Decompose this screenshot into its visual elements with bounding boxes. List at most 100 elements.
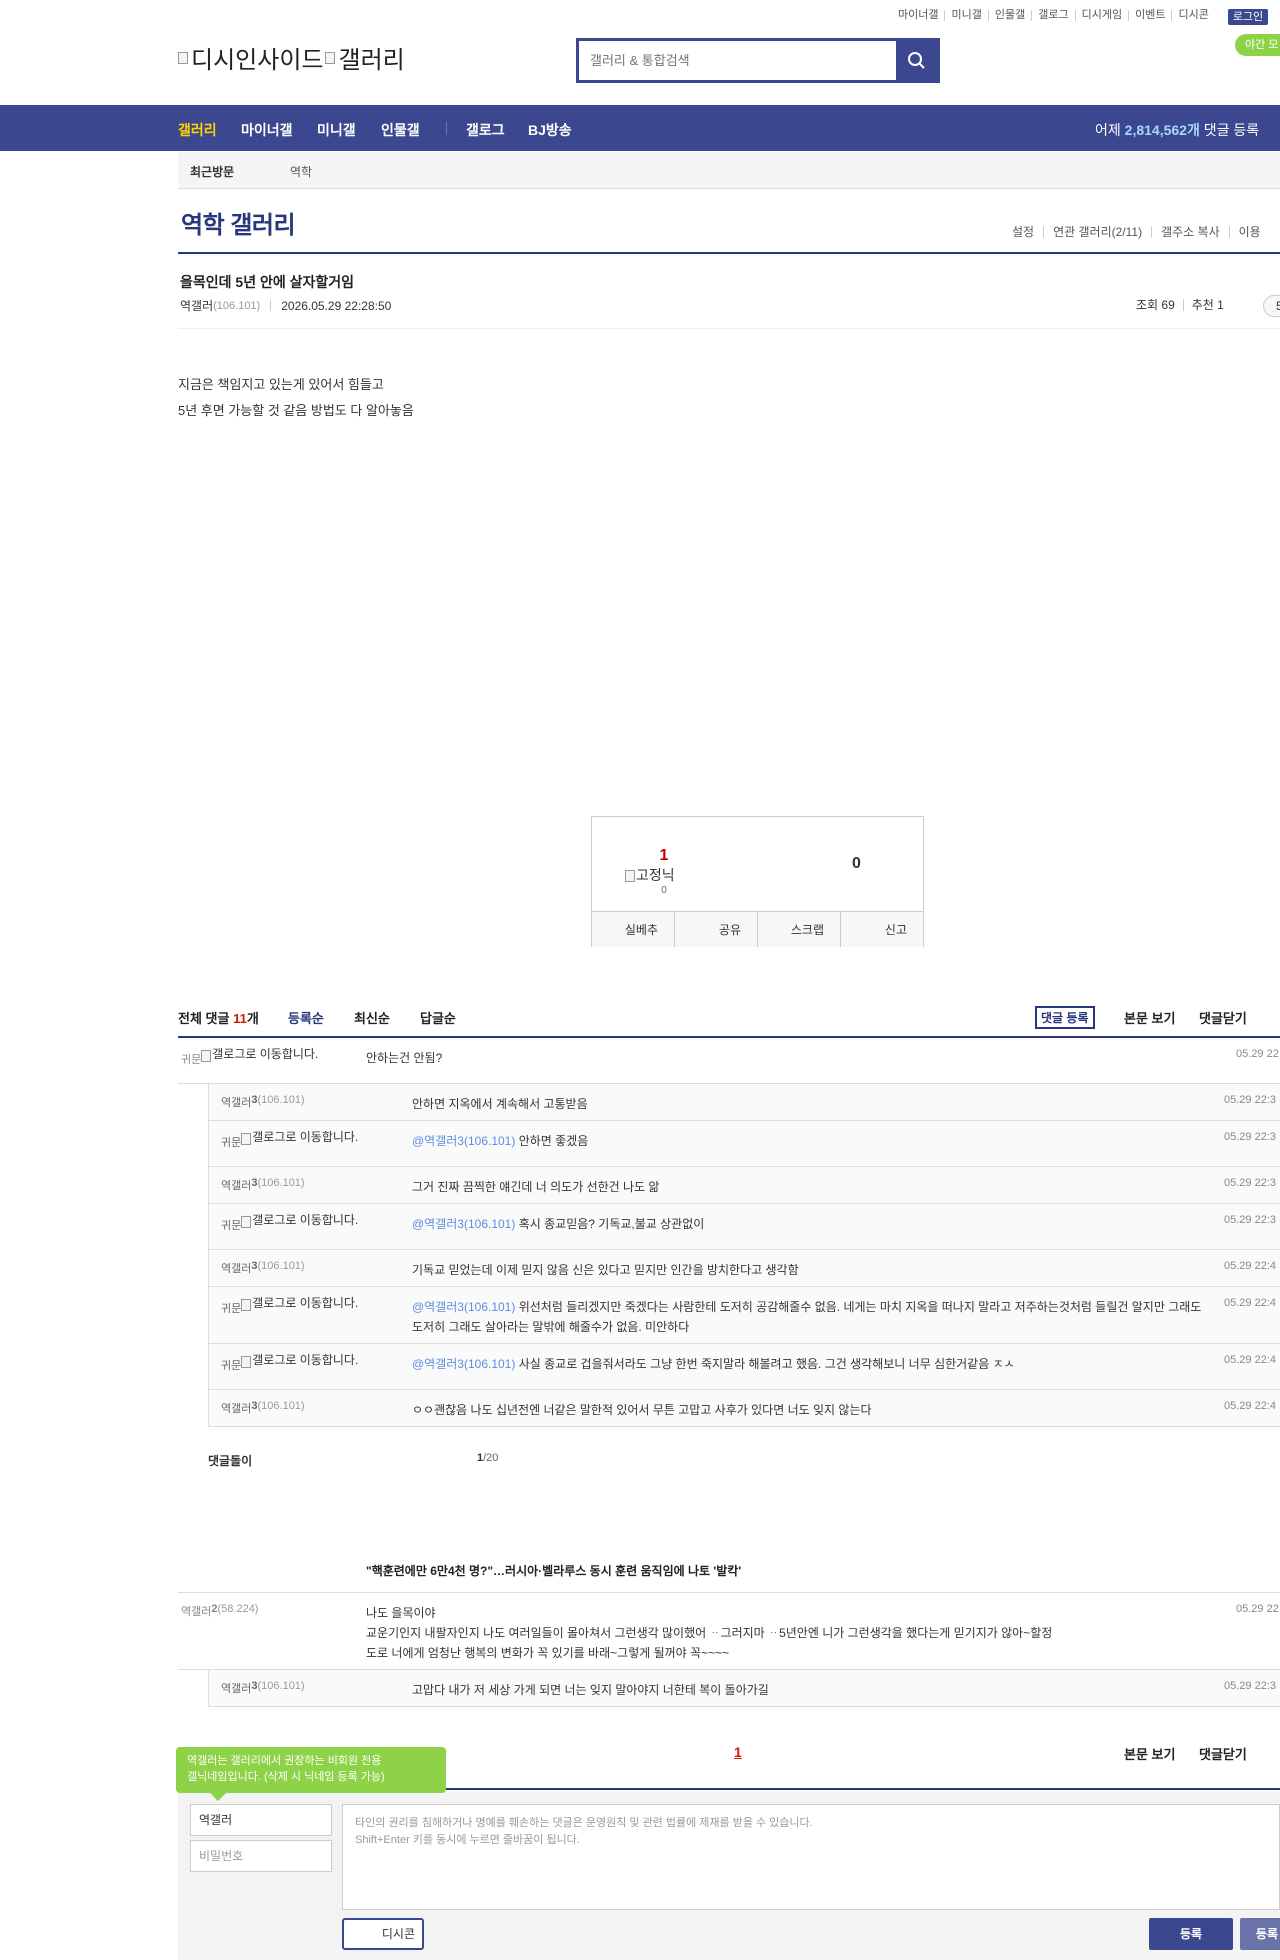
reply-date: 05.29 22:4: [1224, 1354, 1276, 1366]
password-field[interactable]: 비밀번호: [190, 1840, 332, 1872]
reply-text: @역갤러3(106.101) 안하면 좋겠음: [412, 1134, 589, 1148]
real-best-button[interactable]: 실베추: [592, 912, 674, 947]
reply-item: 귀문 갤로그로 이동합니다. @역갤러3(106.101) 위선처럼 들리겠지만 …: [208, 1287, 1280, 1344]
reply-text: @역갤러3(106.101) 혹시 종교믿음? 기독교,불교 상관없이: [412, 1217, 705, 1231]
link-dc-game[interactable]: 디시게임: [1074, 10, 1128, 21]
post-author[interactable]: 역갤러: [180, 297, 213, 314]
main-nav-bar: 갤러리 마이너갤 미니갤 인물갤 갤로그 BJ방송 어제 2,814,562개 …: [0, 105, 1280, 151]
broken-image-icon: [241, 1356, 252, 1368]
nav-person-gallery[interactable]: 인물갤: [381, 120, 420, 140]
link-dccon[interactable]: 디시콘: [1171, 10, 1214, 21]
nickname-field[interactable]: 역갤러: [190, 1804, 332, 1836]
recommend-box: 1 고정닉 0 0 실베추 공유 스크랩 신고: [591, 816, 924, 947]
link-mini-gallery[interactable]: 미니갤: [944, 10, 987, 21]
login-button[interactable]: 로그인: [1228, 9, 1268, 25]
reply-date: 05.29 22:3: [1224, 1177, 1276, 1189]
reply-item: 귀문 갤로그로 이동합니다. @역갤러3(106.101) 사실 종교로 겁을줘서…: [208, 1344, 1280, 1390]
comment-nick[interactable]: 귀문 갤로그로 이동합니다.: [181, 1048, 337, 1067]
reply-text: 고맙다 내가 저 세상 가게 되면 너는 잊지 말아야지 너한테 복이 돌아가길: [412, 1683, 769, 1697]
reply-text: ㅇㅇ괜찮음 나도 십년전엔 너같은 말한적 있어서 무튼 고맙고 사후가 있다면…: [412, 1403, 872, 1417]
sort-registered[interactable]: 등록순: [288, 1008, 324, 1027]
comment-header: 전체 댓글 11개 등록순 최신순 답글순 댓글 등록 본문 보기 댓글닫기: [178, 1006, 1280, 1038]
post-content: 지금은 책임지고 있는게 있어서 힘들고 5년 후면 가능할 것 같음 방법도 …: [178, 372, 414, 424]
search-input[interactable]: [579, 41, 896, 80]
reply-nick[interactable]: 귀문 갤로그로 이동합니다.: [221, 1297, 377, 1316]
dccon-button[interactable]: 디시콘: [342, 1918, 424, 1950]
nav-bj-broadcast[interactable]: BJ방송: [528, 120, 572, 140]
recommend-down-count[interactable]: 0: [852, 855, 861, 873]
fixed-nick-image: 고정닉: [625, 865, 675, 885]
link-event[interactable]: 이벤트: [1128, 10, 1171, 21]
recent-visit-label[interactable]: 최근방문: [190, 163, 234, 180]
reply-item: 역갤러 3 (106.101) 안하면 지옥에서 계속해서 고통받음 05.29 2…: [208, 1084, 1280, 1121]
close-comments-button[interactable]: 댓글닫기: [1199, 1744, 1247, 1763]
nav-mini-gallery[interactable]: 미니갤: [317, 120, 356, 140]
reply-text: 그거 진짜 끔찍한 얘긴데 너 의도가 선한건 나도 앎: [412, 1180, 660, 1194]
reply-date: 05.29 22:4: [1224, 1400, 1276, 1412]
reply-nick[interactable]: 역갤러 3 (106.101): [221, 1400, 305, 1416]
settings-link[interactable]: 설정: [1003, 226, 1043, 238]
submit-recommend-button[interactable]: 등록: [1240, 1918, 1280, 1950]
reply-nick[interactable]: 귀문 갤로그로 이동합니다.: [221, 1354, 377, 1373]
sort-latest[interactable]: 최신순: [354, 1008, 390, 1027]
comment-item: 귀문 갤로그로 이동합니다. 안하는건 안됨? 05.29 22: [178, 1038, 1280, 1084]
sort-replies[interactable]: 답글순: [420, 1008, 456, 1027]
reply-text: 기독교 믿었는데 이제 믿지 않음 신은 있다고 믿지만 인간을 방치한다고 생…: [412, 1263, 799, 1277]
nickname-tooltip: 역갤러는 갤러리에서 권장하는 비회원 전용 갤닉네임입니다. (삭제 시 닉네…: [176, 1747, 446, 1801]
link-gallog[interactable]: 갤로그: [1031, 10, 1074, 21]
copy-gallery-url-link[interactable]: 갤주소 복사: [1151, 226, 1229, 238]
report-button[interactable]: 신고: [840, 912, 923, 947]
related-gallery-link[interactable]: 연관 갤러리(2/11): [1043, 226, 1151, 238]
share-button[interactable]: 공유: [674, 912, 757, 947]
comment-register-button[interactable]: 댓글 등록: [1035, 1006, 1095, 1029]
usage-link[interactable]: 이용: [1228, 226, 1270, 238]
reply-item: 역갤러 3 (106.101) 기독교 믿었는데 이제 믿지 않음 신은 있다고 믿…: [208, 1250, 1280, 1287]
recent-visit-item[interactable]: 역학: [290, 163, 312, 180]
reply-nick[interactable]: 역갤러 3 (106.101): [221, 1680, 305, 1696]
reply-nick[interactable]: 귀문 갤로그로 이동합니다.: [221, 1131, 377, 1150]
reply-nick[interactable]: 역갤러 3 (106.101): [221, 1177, 305, 1193]
reply-item: 역갤러 3 (106.101) 고맙다 내가 저 세상 가게 되면 너는 잊지 말아…: [208, 1670, 1280, 1707]
broken-image-icon: [241, 1216, 252, 1228]
recommend-up-count[interactable]: 1: [654, 847, 674, 865]
comment-textarea[interactable]: 타인의 권리를 침해하거나 명예를 훼손하는 댓글은 운영원칙 및 관련 법률에…: [342, 1804, 1280, 1910]
broken-image-icon: [325, 51, 336, 64]
comment-count-pill[interactable]: 5: [1263, 295, 1280, 317]
view-post-button[interactable]: 본문 보기: [1124, 1008, 1175, 1027]
comment-write-area: 역갤러 비밀번호 타인의 권리를 침해하거나 명예를 훼손하는 댓글은 운영원칙…: [178, 1792, 1280, 1960]
gallery-title-links: 설정 연관 갤러리(2/11) 갤주소 복사 이용: [1003, 226, 1270, 238]
gallery-title[interactable]: 역학 갤러리: [181, 205, 296, 240]
reply-date: 05.29 22:3: [1224, 1094, 1276, 1106]
nav-gallery[interactable]: 갤러리: [178, 120, 217, 140]
top-util-links: 마이너갤 미니갤 인물갤 갤로그 디시게임 이벤트 디시콘: [892, 10, 1215, 21]
reply-item: 귀문 갤로그로 이동합니다. @역갤러3(106.101) 안하면 좋겠음 05.…: [208, 1121, 1280, 1167]
close-comments-button[interactable]: 댓글닫기: [1199, 1008, 1247, 1027]
reply-item: 역갤러 3 (106.101) 그거 진짜 끔찍한 얘긴데 너 의도가 선한건 나도…: [208, 1167, 1280, 1204]
reply-nick[interactable]: 역갤러 3 (106.101): [221, 1260, 305, 1276]
logo-main-alt: 디시인사이드: [191, 47, 324, 74]
reply-date: 05.29 22:3: [1224, 1131, 1276, 1143]
broken-image-icon: [178, 51, 188, 64]
dcbot-news-link[interactable]: "핵훈련에만 6만4천 명?"…러시아·벨라루스 동시 훈련 움직임에 나토 '…: [366, 1562, 741, 1579]
comment-text: 나도 을목이야 교운기인지 내팔자인지 나도 여러일들이 몰아쳐서 그런생각 많…: [366, 1606, 1053, 1660]
night-mode-toggle[interactable]: 야간 모: [1235, 34, 1280, 56]
site-logo[interactable]: 디시인사이드 갤러리: [178, 40, 405, 75]
reply-text: @역갤러3(106.101) 사실 종교로 겁을줘서라도 그냥 한번 죽지말라 …: [412, 1357, 1015, 1371]
link-person-gallery[interactable]: 인물갤: [987, 10, 1031, 21]
reply-text: @역갤러3(106.101) 위선처럼 들리겠지만 죽겠다는 사람한테 도저히 …: [412, 1300, 1202, 1334]
view-post-button[interactable]: 본문 보기: [1124, 1744, 1175, 1763]
reply-date: 05.29 22:4: [1224, 1297, 1276, 1309]
reply-item: 귀문 갤로그로 이동합니다. @역갤러3(106.101) 혹시 종교믿음? 기독…: [208, 1204, 1280, 1250]
reply-nick[interactable]: 귀문 갤로그로 이동합니다.: [221, 1214, 377, 1233]
comment-page-1[interactable]: 1: [734, 1744, 742, 1760]
comment-nick[interactable]: 역갤러 2 (58.224): [181, 1603, 258, 1619]
search-button[interactable]: [896, 41, 937, 80]
submit-button[interactable]: 등록: [1149, 1918, 1233, 1950]
nav-gallog[interactable]: 갤로그: [466, 120, 505, 140]
reply-nick[interactable]: 역갤러 3 (106.101): [221, 1094, 305, 1110]
nav-minor-gallery[interactable]: 마이너갤: [241, 120, 293, 140]
link-minor-gallery[interactable]: 마이너갤: [892, 10, 944, 21]
scrap-button[interactable]: 스크랩: [757, 912, 840, 947]
comment-total: 전체 댓글 11개: [178, 1011, 259, 1026]
meta-divider-line: [178, 328, 1280, 329]
